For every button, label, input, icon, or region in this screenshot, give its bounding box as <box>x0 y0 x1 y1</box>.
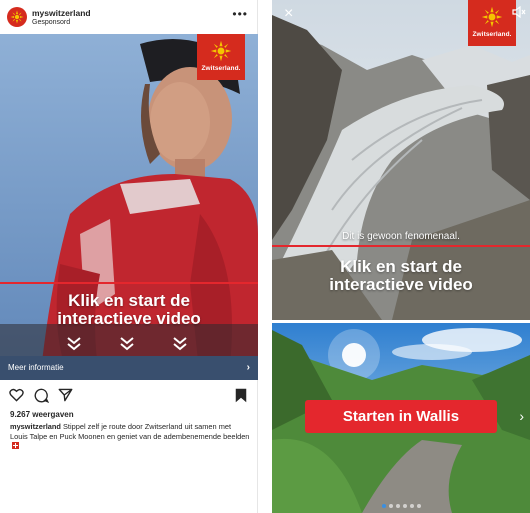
post-actions <box>0 386 258 406</box>
story-title: Klik en start de interactieve video <box>272 258 530 294</box>
story-progress-dots <box>272 495 530 513</box>
more-info-bar[interactable]: Meer informatie › <box>0 356 258 380</box>
frame-divider <box>272 320 530 323</box>
post-caption: myswitzerland Stippel zelf je route door… <box>10 422 250 451</box>
zwitserland-logo: Zwitserland. <box>468 0 516 46</box>
sponsored-label: Gesponsord <box>32 19 71 26</box>
chevron-down-icon[interactable] <box>172 336 188 352</box>
zwitserland-logo: Zwitserland. <box>197 34 245 80</box>
story-title-line2: interactieve video <box>329 275 473 294</box>
like-icon[interactable] <box>9 388 24 402</box>
more-dots-icon[interactable]: ••• <box>232 8 248 20</box>
chevron-group <box>0 336 258 356</box>
video-title-line2: interactieve video <box>57 309 201 328</box>
brand-wordmark: Zwitserland. <box>201 65 241 72</box>
sound-muted-icon[interactable] <box>512 6 526 18</box>
chevron-down-icon[interactable] <box>66 336 82 352</box>
progress-dot <box>409 504 414 508</box>
story-subtitle: Dit is gewoon fenomenaal. <box>342 231 460 242</box>
comment-icon[interactable] <box>34 388 49 403</box>
video-title: Klik en start de interactieve video <box>0 292 258 328</box>
bookmark-icon[interactable] <box>235 388 247 403</box>
chevron-down-icon[interactable] <box>119 336 135 352</box>
start-wallis-button[interactable]: Starten in Wallis <box>305 400 497 433</box>
instagram-story[interactable]: × Zwitserland. Dit is gewoon fenomenaal.… <box>272 0 530 513</box>
progress-dot <box>402 504 407 508</box>
progress-dot <box>381 504 386 508</box>
accent-line <box>272 245 530 247</box>
post-header: myswitzerland Gesponsord ••• <box>0 0 258 34</box>
more-info-label: Meer informatie <box>8 363 64 372</box>
view-count: 9.267 weergaven <box>10 410 74 419</box>
swiss-sun-logo-icon <box>10 10 24 24</box>
chevron-right-icon[interactable]: › <box>519 408 524 424</box>
brand-wordmark: Zwitserland. <box>472 31 512 38</box>
swiss-sun-logo-icon <box>481 6 503 28</box>
swiss-sun-logo-icon <box>210 40 232 62</box>
post-video[interactable]: Zwitserland. Klik en start de interactie… <box>0 34 258 380</box>
caption-account[interactable]: myswitzerland <box>10 422 61 431</box>
share-icon[interactable] <box>58 388 73 402</box>
progress-dot <box>388 504 393 508</box>
progress-dot <box>395 504 400 508</box>
account-avatar[interactable] <box>7 7 27 27</box>
cyclist-video-frame <box>0 34 258 380</box>
story-title-line1: Klik en start de <box>340 257 462 276</box>
swiss-flag-icon <box>12 442 19 450</box>
account-handle[interactable]: myswitzerland <box>32 8 91 18</box>
progress-dot <box>416 504 421 508</box>
video-title-line1: Klik en start de <box>68 291 190 310</box>
close-icon[interactable]: × <box>284 6 293 22</box>
instagram-feed-post: myswitzerland Gesponsord ••• Zwitserland… <box>0 0 258 513</box>
accent-line <box>0 282 258 284</box>
chevron-right-icon: › <box>246 362 250 373</box>
